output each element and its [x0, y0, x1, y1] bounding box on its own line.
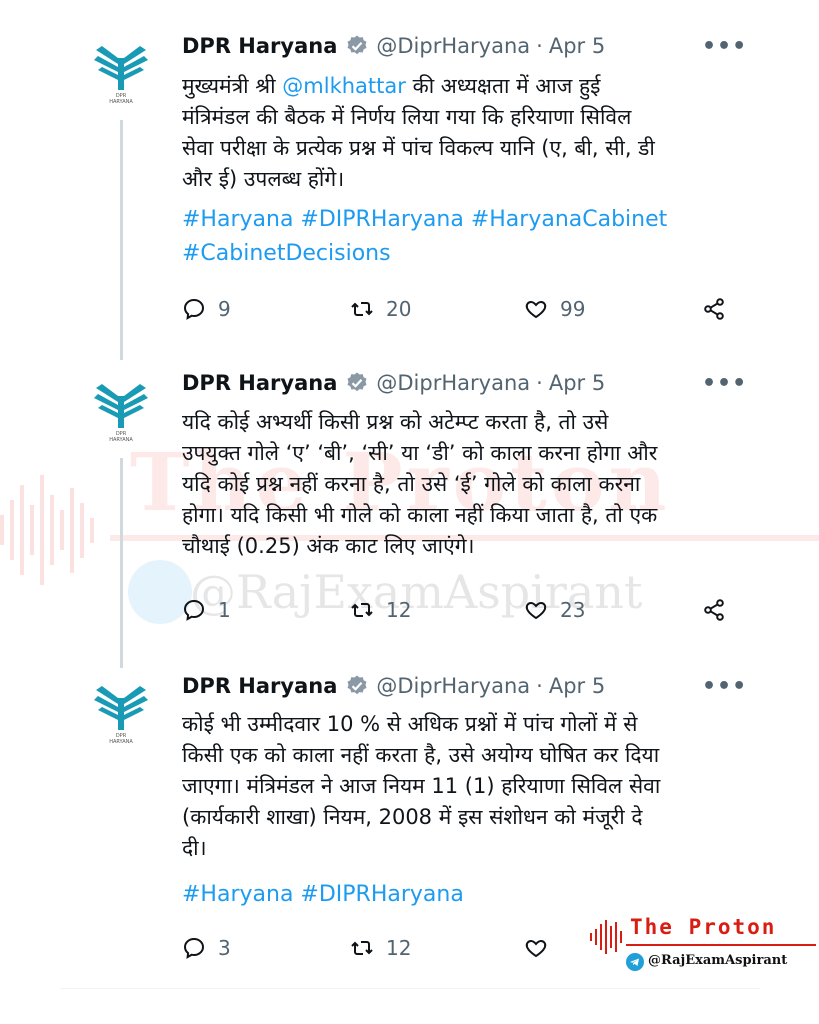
hashtag-line[interactable]: #Haryana #DIPRHaryana: [182, 878, 464, 912]
watermark-soundwave-icon: [0, 475, 100, 585]
mention-link[interactable]: @mlkhattar: [282, 74, 406, 98]
tweet-line: होगा। यदि किसी भी गोले को काला नहीं किया…: [182, 503, 658, 527]
proton-watermark-badge: The Proton @RajExamAspirant: [590, 910, 819, 980]
heart-icon: [525, 601, 547, 620]
text-segment: मुख्यमंत्री श्री: [182, 74, 283, 98]
like-count: 99: [560, 297, 586, 321]
retweet-button[interactable]: 12: [350, 936, 411, 960]
dpr-logo-icon: DPR HARYANA: [94, 686, 148, 745]
tweet-line: दी।: [182, 836, 207, 860]
hashtags: #Haryana #DIPRHaryana: [182, 878, 464, 912]
tweet-header: DPR Haryana @DiprHaryana · Apr 5: [182, 674, 605, 698]
author-name[interactable]: DPR Haryana: [182, 371, 337, 395]
speech-bubble-icon: [183, 298, 205, 320]
share-nodes-icon: [704, 599, 724, 621]
tweet-line: किसी एक को काला नहीं करता है, उसे अयोग्य…: [182, 743, 660, 767]
reply-button[interactable]: 1: [182, 598, 231, 622]
tweet-date[interactable]: Apr 5: [549, 34, 605, 58]
separator-dot: ·: [536, 34, 543, 58]
author-handle[interactable]: @DiprHaryana: [376, 674, 530, 698]
retweet-arrows-icon: [351, 941, 373, 955]
separator-dot: ·: [536, 371, 543, 395]
verified-badge-icon: [345, 34, 369, 58]
tweet-date[interactable]: Apr 5: [549, 674, 605, 698]
heart-icon: [525, 300, 547, 319]
retweet-arrows-icon: [351, 603, 373, 617]
text-segment: की अध्यक्षता में आज हुई: [405, 74, 601, 98]
tweet-text: मुख्यमंत्री श्री @mlkhattar की अध्यक्षता…: [182, 71, 722, 195]
hashtag-line[interactable]: #CabinetDecisions: [182, 237, 667, 271]
like-button[interactable]: 23: [524, 598, 585, 622]
hashtag-line[interactable]: #Haryana #DIPRHaryana #HaryanaCabinet: [182, 203, 667, 237]
author-handle[interactable]: @DiprHaryana: [376, 371, 530, 395]
more-options-icon[interactable]: •••: [702, 371, 747, 396]
proton-title: The Proton: [630, 915, 777, 939]
like-button[interactable]: 99: [524, 297, 585, 321]
reply-count: 1: [218, 598, 231, 622]
separator-dot: ·: [536, 674, 543, 698]
tweet-text: कोई भी उम्मीदवार 10 % से अधिक प्रश्नों म…: [182, 709, 722, 864]
svg-text:HARYANA: HARYANA: [109, 437, 133, 442]
more-options-icon[interactable]: •••: [702, 674, 747, 699]
tweet-date[interactable]: Apr 5: [549, 371, 605, 395]
avatar[interactable]: DPR HARYANA: [92, 44, 150, 105]
telegram-icon: [626, 953, 644, 971]
hashtags: #Haryana #DIPRHaryana #HaryanaCabinet #C…: [182, 203, 667, 271]
soundwave-icon: [590, 920, 625, 954]
tweet-text: यदि कोई अभ्यर्थी किसी प्रश्न को अटेम्प्ट…: [182, 407, 722, 562]
reply-button[interactable]: 3: [182, 936, 231, 960]
retweet-count: 12: [386, 936, 412, 960]
avatar[interactable]: DPR HARYANA: [92, 684, 150, 745]
proton-handle: @RajExamAspirant: [648, 953, 788, 968]
tweet-line: मंत्रिमंडल की बैठक में निर्णय लिया गया क…: [182, 105, 632, 129]
dpr-logo-icon: DPR HARYANA: [94, 46, 148, 105]
tweet-line: (कार्यकारी शाखा) नियम, 2008 में इस संशोध…: [182, 805, 643, 829]
speech-bubble-icon: [183, 599, 205, 621]
svg-text:HARYANA: HARYANA: [109, 739, 133, 744]
more-options-icon[interactable]: •••: [702, 34, 747, 59]
heart-icon: [525, 939, 547, 958]
retweet-button[interactable]: 20: [350, 297, 411, 321]
thread-line: [120, 458, 123, 668]
reply-count: 9: [218, 297, 231, 321]
verified-badge-icon: [345, 674, 369, 698]
retweet-arrows-icon: [351, 302, 373, 316]
reply-button[interactable]: 9: [182, 297, 231, 321]
retweet-count: 20: [386, 297, 412, 321]
author-name[interactable]: DPR Haryana: [182, 674, 337, 698]
thread-line: [120, 120, 123, 360]
speech-bubble-icon: [183, 937, 205, 959]
tweet-line: चौथाई (0.25) अंक काट लिए जाएंगे।: [182, 534, 475, 558]
avatar[interactable]: DPR HARYANA: [92, 382, 150, 443]
share-button[interactable]: [702, 598, 726, 622]
retweet-count: 12: [386, 598, 412, 622]
verified-badge-icon: [345, 371, 369, 395]
share-nodes-icon: [704, 298, 724, 320]
tweet-header: DPR Haryana @DiprHaryana · Apr 5: [182, 371, 605, 395]
tweet-line: जाएगा। मंत्रिमंडल ने आज नियम 11 (1) हरिय…: [182, 774, 661, 798]
author-handle[interactable]: @DiprHaryana: [376, 34, 530, 58]
tweet-line: यदि कोई अभ्यर्थी किसी प्रश्न को अटेम्प्ट…: [182, 410, 609, 434]
tweet-line: सेवा परीक्षा के प्रत्येक प्रश्न में पांच…: [182, 136, 655, 160]
retweet-button[interactable]: 12: [350, 598, 411, 622]
author-name[interactable]: DPR Haryana: [182, 34, 337, 58]
proton-underline: [626, 944, 816, 946]
dpr-logo-icon: DPR HARYANA: [94, 384, 148, 443]
tweet-header: DPR Haryana @DiprHaryana · Apr 5: [182, 34, 605, 58]
share-button[interactable]: [702, 297, 726, 321]
like-count: 23: [560, 598, 586, 622]
tweet-line: उपयुक्त गोले ‘ए’ ‘बी’, ‘सी’ या ‘डी’ को क…: [182, 441, 658, 465]
svg-text:HARYANA: HARYANA: [109, 99, 133, 104]
tweet-line: कोई भी उम्मीदवार 10 % से अधिक प्रश्नों म…: [182, 712, 638, 736]
like-button[interactable]: [524, 936, 560, 960]
reply-count: 3: [218, 936, 231, 960]
tweet-actions: 9 20 99: [182, 297, 742, 327]
tweet-line: मुख्यमंत्री श्री @mlkhattar की अध्यक्षता…: [182, 71, 722, 102]
tweet-line: यदि कोई प्रश्न नहीं करना है, तो उसे ‘ई’ …: [182, 472, 641, 496]
tweet-actions: 1 12 23: [182, 598, 742, 628]
divider: [60, 988, 760, 989]
tweet-line: और ई) उपलब्ध होंगे।: [182, 167, 345, 191]
